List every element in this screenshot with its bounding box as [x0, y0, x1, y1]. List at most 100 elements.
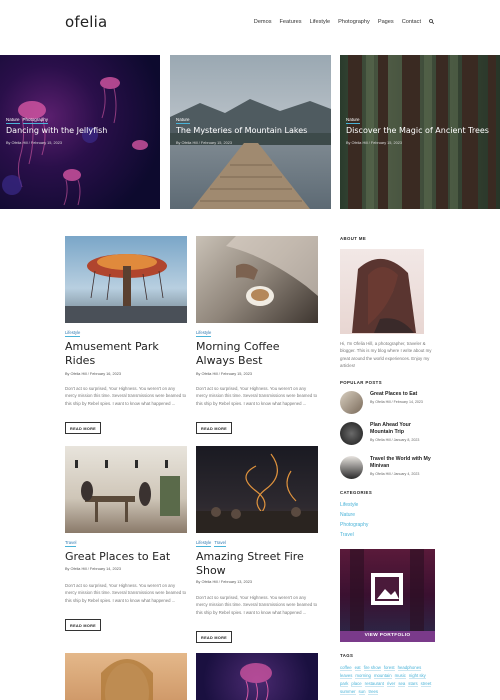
tag-link[interactable]: headphones — [397, 665, 422, 671]
popular-post-item[interactable]: Plan Ahead Your Mountain Trip By Ofelia … — [340, 422, 436, 450]
nav-item-photography[interactable]: Photography — [338, 19, 370, 26]
post-excerpt: Don't act so surprised, Your Highness. Y… — [65, 583, 187, 603]
portfolio-label[interactable]: VIEW PORTFOLIO — [340, 633, 435, 638]
post-card-morning-coffee: Lifestyle Morning Coffee Always Best By … — [196, 236, 318, 436]
tag-link[interactable]: mountain — [373, 673, 392, 679]
tag-link[interactable]: place — [351, 681, 362, 687]
restaurant-image[interactable] — [65, 446, 187, 533]
category-link-photography[interactable]: Photography — [340, 522, 368, 528]
hero-meta: By Ofelia Hill / February 15, 2023 — [6, 141, 62, 145]
popular-posts-title: POPULAR POSTS — [340, 380, 382, 385]
tags-title: TAGS — [340, 653, 354, 658]
post-categories: Lifestyle — [65, 330, 81, 337]
tag-link[interactable]: street — [420, 681, 432, 687]
category-link-nature[interactable]: Nature — [340, 512, 355, 518]
hero-slide-ancient-trees[interactable]: Nature Discover the Magic of Ancient Tre… — [340, 55, 500, 209]
hero-title[interactable]: The Mysteries of Mountain Lakes — [176, 126, 307, 135]
tag-link[interactable]: night sky — [408, 673, 426, 679]
tag-link[interactable]: eat — [354, 665, 361, 671]
popular-post-title[interactable]: Plan Ahead Your Mountain Trip — [370, 422, 434, 436]
hero-title[interactable]: Dancing with the Jellyfish — [6, 126, 107, 135]
read-more-button[interactable]: READ MORE — [65, 422, 101, 434]
tag-link[interactable]: river — [387, 681, 396, 687]
tag-link[interactable]: forest — [383, 665, 395, 671]
read-more-button[interactable]: READ MORE — [196, 422, 232, 434]
post-title[interactable]: Morning Coffee Always Best — [196, 340, 318, 367]
popular-post-title[interactable]: Great Places to Eat — [370, 391, 434, 398]
tag-link[interactable]: stars — [408, 681, 418, 687]
post-image-jellyfish[interactable] — [196, 653, 318, 700]
post-meta: By Ofelia Hill / February 16, 2023 — [65, 372, 121, 376]
fire-show-image[interactable] — [196, 446, 318, 533]
portfolio-banner[interactable]: VIEW PORTFOLIO — [340, 549, 435, 642]
tag-link[interactable]: trees — [368, 689, 379, 695]
read-more-button[interactable]: READ MORE — [65, 619, 101, 631]
hero-title[interactable]: Discover the Magic of Ancient Trees — [346, 126, 489, 135]
popular-post-meta: By Ofelia Hill / January 4, 2023 — [370, 472, 420, 476]
nav-item-contact[interactable]: Contact — [402, 19, 421, 26]
post-meta: By Ofelia Hill / February 15, 2023 — [196, 372, 252, 376]
post-excerpt: Don't act so surprised, Your Highness. Y… — [196, 595, 318, 615]
post-card-street-fire: Lifestyle Travel Amazing Street Fire Sho… — [196, 446, 318, 646]
tag-link[interactable]: music — [394, 673, 406, 679]
post-meta: By Ofelia Hill / February 13, 2023 — [196, 580, 252, 584]
about-title: ABOUT ME — [340, 236, 367, 241]
read-more-button[interactable]: READ MORE — [196, 631, 232, 643]
site-logo[interactable]: ofelia — [65, 13, 107, 31]
post-title[interactable]: Great Places to Eat — [65, 550, 187, 564]
category-badge[interactable]: Travel — [214, 540, 226, 547]
popular-post-title[interactable]: Travel the World with My Minivan — [370, 456, 434, 470]
category-badge[interactable]: Lifestyle — [196, 540, 212, 547]
category-badge[interactable]: Travel — [65, 540, 77, 547]
nav-item-features[interactable]: Features — [280, 19, 302, 26]
tag-link[interactable]: morning — [355, 673, 371, 679]
popular-post-thumb — [340, 456, 363, 479]
nav-item-lifestyle[interactable]: Lifestyle — [310, 19, 331, 26]
post-title[interactable]: Amusement Park Rides — [65, 340, 187, 367]
category-badge[interactable]: Photography — [22, 117, 49, 124]
post-image-portrait[interactable] — [65, 653, 187, 700]
search-icon[interactable] — [429, 19, 435, 26]
nav-item-demos[interactable]: Demos — [254, 19, 272, 26]
category-badge[interactable]: Nature — [6, 117, 20, 124]
hero-slide-jellyfish[interactable]: Nature Photography Dancing with the Jell… — [0, 55, 160, 209]
hero-slide-mountain-lake[interactable]: Nature The Mysteries of Mountain Lakes B… — [170, 55, 331, 209]
tag-link[interactable]: restaurant — [364, 681, 384, 687]
hero-categories: Nature — [346, 117, 360, 124]
hero-categories: Nature — [176, 117, 190, 124]
post-card-amusement-park: Lifestyle Amusement Park Rides By Ofelia… — [65, 236, 187, 436]
hero-meta: By Ofelia Hill / February 15, 2023 — [346, 141, 402, 145]
category-link-lifestyle[interactable]: Lifestyle — [340, 502, 358, 508]
category-badge[interactable]: Nature — [346, 117, 360, 124]
amusement-park-image[interactable] — [65, 236, 187, 323]
nav-item-pages[interactable]: Pages — [378, 19, 394, 26]
category-badge[interactable]: Lifestyle — [65, 330, 81, 337]
category-link-travel[interactable]: Travel — [340, 532, 354, 538]
hero-categories: Nature Photography — [6, 117, 49, 124]
post-categories: Lifestyle Travel — [196, 540, 226, 547]
category-badge[interactable]: Lifestyle — [196, 330, 212, 337]
tag-link[interactable]: park — [340, 681, 349, 687]
post-categories: Travel — [65, 540, 77, 547]
hero-meta: By Ofelia Hill / February 15, 2023 — [176, 141, 232, 145]
post-excerpt: Don't act so surprised, Your Highness. Y… — [65, 386, 187, 406]
about-avatar — [340, 249, 424, 334]
tag-link[interactable]: leaves — [340, 673, 353, 679]
coffee-image[interactable] — [196, 236, 318, 323]
post-title[interactable]: Amazing Street Fire Show — [196, 550, 318, 577]
site-header: ofelia Demos Features Lifestyle Photogra… — [0, 0, 500, 48]
tag-link[interactable]: sea — [398, 681, 406, 687]
popular-post-item[interactable]: Travel the World with My Minivan By Ofel… — [340, 456, 436, 484]
featured-slider: Nature Photography Dancing with the Jell… — [0, 55, 500, 209]
tag-link[interactable]: coffee — [340, 665, 352, 671]
post-meta: By Ofelia Hill / February 14, 2023 — [65, 567, 121, 571]
main-nav: Demos Features Lifestyle Photography Pag… — [254, 19, 435, 26]
popular-post-meta: By Ofelia Hill / February 14, 2023 — [370, 400, 423, 404]
category-badge[interactable]: Nature — [176, 117, 190, 124]
about-text: Hi, I'm Ofelia Hill, a photographer, tra… — [340, 341, 432, 368]
popular-post-item[interactable]: Great Places to Eat By Ofelia Hill / Feb… — [340, 391, 436, 419]
post-excerpt: Don't act so surprised, Your Highness. Y… — [196, 386, 318, 406]
tag-link[interactable]: fire show — [363, 665, 381, 671]
tag-link[interactable]: sun — [358, 689, 366, 695]
tag-link[interactable]: summer — [340, 689, 356, 695]
